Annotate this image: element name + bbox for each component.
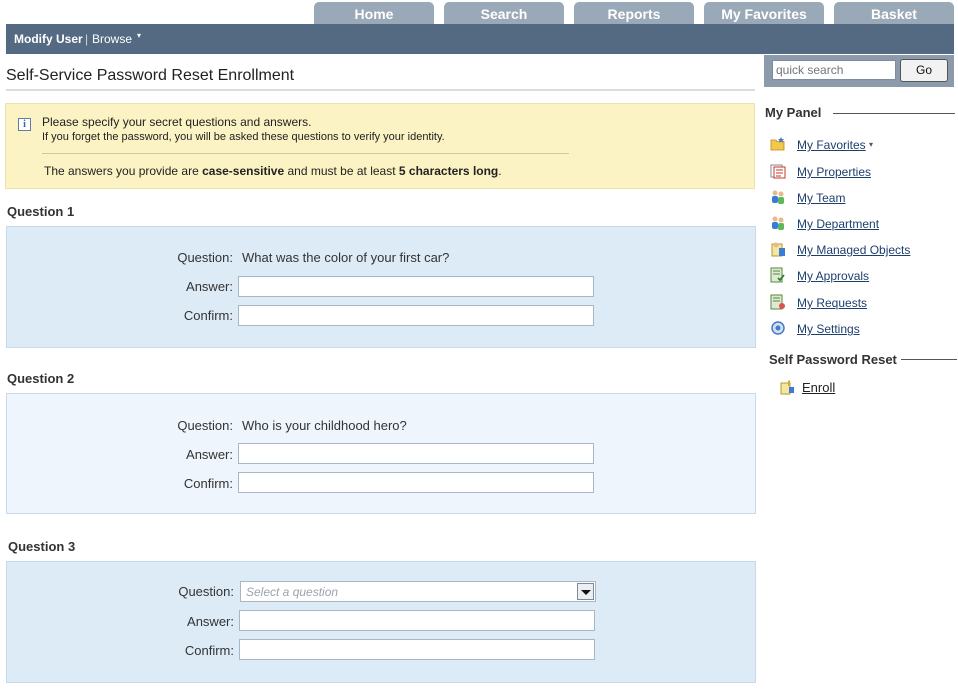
- question-1-heading: Question 1: [7, 204, 75, 219]
- sidebar-item-label[interactable]: My Department: [797, 217, 879, 231]
- question-3-heading: Question 3: [8, 539, 76, 554]
- quick-search-bar: Go: [764, 55, 954, 87]
- tab-reports[interactable]: Reports: [574, 2, 694, 24]
- question-2-answer-field[interactable]: [238, 443, 594, 464]
- nav-browse-menu[interactable]: Browse: [92, 32, 132, 46]
- requests-icon: [770, 294, 785, 310]
- sidebar-item-label[interactable]: My Settings: [797, 322, 860, 336]
- question-2-panel: Question: Who is your childhood hero? An…: [6, 393, 756, 514]
- chevron-down-icon[interactable]: ▾: [137, 31, 141, 40]
- nav-bar: Modify User | Browse ▾: [6, 24, 954, 54]
- info-bold-case-sensitive: case-sensitive: [202, 164, 285, 178]
- info-text: .: [498, 164, 502, 178]
- sidebar-item-label[interactable]: My Properties: [797, 165, 871, 179]
- sidebar-item-label[interactable]: My Favorites: [797, 138, 866, 152]
- team-icon: [772, 190, 784, 204]
- answer-label: Answer:: [187, 614, 234, 629]
- tab-my-favorites[interactable]: My Favorites: [704, 2, 824, 24]
- approvals-icon: [770, 267, 785, 283]
- answer-label: Answer:: [186, 279, 233, 294]
- info-line-2: If you forget the password, you will be …: [42, 131, 445, 143]
- go-button[interactable]: Go: [900, 59, 948, 82]
- question-2-confirm-field[interactable]: [238, 472, 594, 493]
- confirm-label: Confirm:: [183, 476, 233, 491]
- info-line-3: The answers you provide are case-sensiti…: [44, 164, 502, 178]
- question-label: Question:: [177, 250, 233, 265]
- tab-basket[interactable]: Basket: [834, 2, 954, 24]
- info-divider: [42, 153, 569, 154]
- info-line-1: Please specify your secret questions and…: [42, 115, 312, 129]
- question-2-heading: Question 2: [7, 371, 75, 386]
- properties-icon: [770, 164, 786, 179]
- info-box: i Please specify your secret questions a…: [5, 103, 755, 189]
- question-1-confirm-field[interactable]: [238, 305, 594, 326]
- settings-icon: [771, 321, 785, 335]
- question-2-text: Who is your childhood hero?: [242, 418, 407, 433]
- tab-home[interactable]: Home: [314, 2, 434, 24]
- sidebar-item-label[interactable]: My Approvals: [797, 269, 869, 283]
- title-divider: [6, 89, 755, 91]
- confirm-label: Confirm:: [183, 308, 233, 323]
- sidebar-item-label[interactable]: My Requests: [797, 296, 867, 310]
- self-password-reset-heading: Self Password Reset: [769, 352, 897, 367]
- page-title: Self-Service Password Reset Enrollment: [6, 67, 295, 84]
- nav-modify-user[interactable]: Modify User: [14, 32, 83, 46]
- info-bold-min-length: 5 characters long: [398, 164, 499, 178]
- info-text: The answers you provide are: [44, 164, 203, 178]
- managed-objects-icon: [771, 242, 785, 257]
- question-3-select-placeholder: Select a question: [246, 585, 339, 599]
- confirm-label: Confirm:: [184, 643, 234, 658]
- question-1-answer-field[interactable]: [238, 276, 594, 297]
- self-password-reset-divider: [901, 359, 957, 360]
- question-3-select[interactable]: Select a question: [240, 581, 596, 602]
- my-panel-divider: [833, 113, 955, 114]
- question-1-panel: Question: What was the color of your fir…: [6, 226, 756, 348]
- enroll-link[interactable]: Enroll: [802, 380, 835, 395]
- question-3-confirm-field[interactable]: [239, 639, 595, 660]
- question-label: Question:: [178, 584, 234, 599]
- tab-search[interactable]: Search: [444, 2, 564, 24]
- sidebar-item-label[interactable]: My Team: [797, 191, 845, 205]
- enroll-icon: [780, 380, 794, 395]
- my-panel-heading: My Panel: [765, 105, 822, 120]
- answer-label: Answer:: [186, 447, 233, 462]
- question-3-panel: Question: Select a question Answer: Conf…: [6, 561, 756, 683]
- info-text: and must be at least: [284, 164, 399, 178]
- quick-search-input[interactable]: [772, 60, 896, 80]
- question-3-answer-field[interactable]: [239, 610, 595, 631]
- sidebar-item-label[interactable]: My Managed Objects: [797, 243, 910, 257]
- question-1-text: What was the color of your first car?: [242, 250, 450, 265]
- folder-star-icon: [770, 137, 785, 151]
- department-icon: [772, 216, 784, 230]
- nav-separator: |: [85, 32, 89, 46]
- question-label: Question:: [177, 418, 233, 433]
- dropdown-arrow-icon[interactable]: [577, 583, 594, 600]
- info-icon: i: [18, 118, 31, 131]
- chevron-down-icon[interactable]: ▾: [869, 140, 873, 149]
